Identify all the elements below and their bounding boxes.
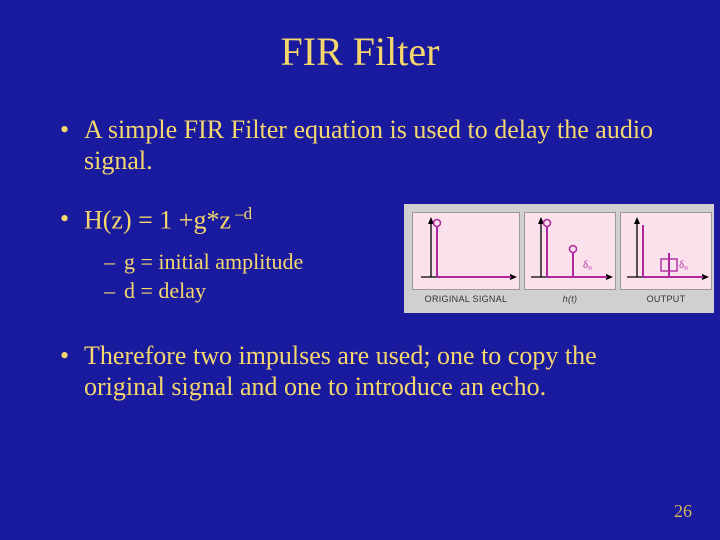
bullet-3: Therefore two impulses are used; one to … [60, 341, 670, 402]
diagram-panel-output: δ₀ OUTPUT [620, 212, 712, 305]
diagram-caption-output: OUTPUT [647, 294, 686, 305]
equation-superscript: –d [231, 204, 252, 223]
diagram-caption-ht: h(t) [563, 294, 578, 305]
slide-content: A simple FIR Filter equation is used to … [0, 95, 720, 402]
diagram-caption-original: ORIGINAL SIGNAL [425, 294, 508, 305]
diagram-panel-original: ORIGINAL SIGNAL [412, 212, 520, 305]
diagram-panel-impulse-response: δ₀ h(t) [524, 212, 616, 305]
signal-diagram: ORIGINAL SIGNAL [404, 204, 714, 313]
delta-label-output: δ₀ [679, 259, 688, 272]
delta-label-ht: δ₀ [583, 259, 592, 272]
bullet-2: H(z) = 1 +g*z –d g = initial amplitude d… [60, 204, 670, 313]
slide-title: FIR Filter [0, 0, 720, 95]
sub-bullet-d: d = delay [84, 276, 384, 306]
sub-bullet-g: g = initial amplitude [84, 247, 384, 277]
equation-text: H(z) = 1 +g*z [84, 206, 231, 235]
bullet-1: A simple FIR Filter equation is used to … [60, 115, 670, 176]
page-number: 26 [674, 501, 692, 522]
